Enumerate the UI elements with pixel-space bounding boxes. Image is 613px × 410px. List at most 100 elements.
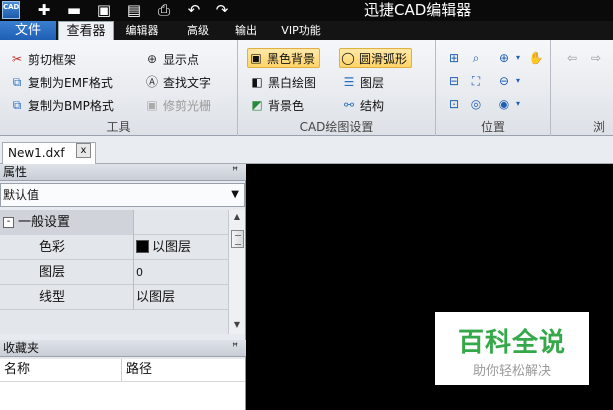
scroll-thumb[interactable] [231, 230, 244, 248]
copy-bmp-icon: ⧉ [12, 98, 22, 112]
zoom-window-icon[interactable]: ⊞ [445, 49, 463, 67]
black-white-drawing-button[interactable]: ◧ 黑白绘图 [249, 72, 316, 92]
favorites-panel-header: 收藏夹 ꟸ [0, 340, 246, 357]
structure-icon: ⚯ [343, 98, 355, 112]
smooth-arc-label: 圆滑弧形 [359, 51, 408, 66]
column-header-path[interactable]: 路径 [122, 359, 245, 381]
tab-vip[interactable]: VIP功能 [276, 21, 326, 40]
zoom-out-dropdown-icon[interactable]: ▾ [509, 72, 527, 90]
background-color-button[interactable]: ◩ 背景色 [249, 95, 304, 115]
copy-bmp-button[interactable]: ⧉ 复制为BMP格式 [9, 95, 114, 115]
black-white-label: 黑白绘图 [268, 75, 317, 90]
background-color-icon: ◩ [251, 98, 263, 112]
zoom-search-icon[interactable]: ⌕ [467, 49, 485, 67]
ribbon-tab-bar: 文件 查看器 编辑器 高级 输出 VIP功能 [0, 21, 613, 40]
ribbon-group-label-browse: 浏 [593, 120, 606, 134]
forward-arrow-icon[interactable]: ⇨ [587, 49, 605, 67]
fit-layout-icon[interactable]: ⊟ [445, 72, 463, 90]
property-key: 图层 [39, 265, 66, 280]
copy-emf-label: 复制为EMF格式 [28, 75, 113, 90]
trim-raster-icon: ▣ [146, 98, 158, 112]
dropdown-arrow-icon: ▼ [231, 189, 239, 200]
layers-button[interactable]: ☰ 图层 [341, 72, 384, 92]
watermark: 百科全说 助你轻松解决 [435, 312, 589, 385]
property-row-color[interactable]: 色彩 以图层 [0, 235, 228, 260]
zoom-realtime-icon[interactable]: ◎ [467, 95, 485, 113]
redo-icon[interactable]: ↷ [212, 1, 232, 19]
copy-emf-button[interactable]: ⧉ 复制为EMF格式 [9, 72, 113, 92]
property-grid-scrollbar[interactable]: ▲ ▼ [228, 210, 245, 334]
back-arrow-icon[interactable]: ⇦ [563, 49, 581, 67]
document-tab-label: New1.dxf [8, 146, 65, 160]
tab-editor[interactable]: 编辑器 [118, 21, 166, 40]
ribbon-panel: ✂ 剪切框架 ⧉ 复制为EMF格式 ⧉ 复制为BMP格式 ⊕ 显示点 Ⓐ 查找文… [0, 40, 613, 136]
property-grid: - 一般设置 色彩 以图层 图层 0 线型 以图层 [0, 210, 228, 334]
smooth-arc-icon: ◯ [341, 51, 355, 65]
properties-panel-header: 属性 ꟸ [0, 164, 246, 181]
black-background-toggle[interactable]: ▣ 黑色背景 [247, 48, 321, 68]
save-icon[interactable]: ▣ [94, 1, 114, 19]
file-menu-button[interactable]: 文件 [0, 21, 56, 40]
background-color-label: 背景色 [268, 98, 305, 113]
property-row-layer[interactable]: 图层 0 [0, 260, 228, 285]
property-value: 以图层 [152, 240, 192, 255]
zoom-in-dropdown-icon[interactable]: ▾ [509, 49, 527, 67]
structure-button[interactable]: ⚯ 结构 [341, 95, 384, 115]
new-file-icon[interactable]: ✚ [34, 1, 54, 19]
ribbon-group-position: ⊞ ⌕ ⊕ ▾ ✋ ⊟ ⛶ ⊖ ▾ ⊡ ◎ ◉ ▾ 位置 [436, 40, 551, 136]
find-text-button[interactable]: Ⓐ 查找文字 [144, 72, 211, 92]
column-header-name[interactable]: 名称 [0, 359, 122, 381]
document-tab-strip: New1.dxf x [0, 136, 613, 164]
ribbon-group-label-tools: 工具 [106, 120, 131, 134]
watermark-title: 百科全说 [457, 328, 566, 358]
copy-bmp-label: 复制为BMP格式 [28, 98, 114, 113]
print-icon[interactable]: ⎙ [154, 1, 174, 19]
property-group-row[interactable]: - 一般设置 [0, 210, 228, 235]
save-as-icon[interactable]: ▤ [124, 1, 144, 19]
favorites-list: 名称 路径 [0, 359, 245, 410]
close-tab-icon[interactable]: x [76, 143, 91, 158]
zoom-extents-icon[interactable]: ⛶ [467, 72, 485, 90]
header-divider [0, 381, 245, 382]
clip-frame-label: 剪切框架 [28, 52, 77, 67]
open-folder-icon[interactable]: ▬ [64, 1, 84, 19]
trim-raster-button[interactable]: ▣ 修剪光栅 [144, 95, 211, 115]
pan-hand-icon[interactable]: ✋ [527, 49, 545, 67]
ribbon-group-label-position: 位置 [480, 120, 505, 134]
show-points-button[interactable]: ⊕ 显示点 [144, 49, 199, 69]
orbit-dropdown-icon[interactable]: ▾ [509, 95, 527, 113]
properties-object-select[interactable]: 默认值 ▼ [0, 183, 245, 207]
show-points-label: 显示点 [163, 52, 200, 67]
black-background-icon: ▣ [250, 51, 262, 65]
property-group-title: 一般设置 [18, 215, 71, 230]
scroll-down-icon[interactable]: ▼ [229, 318, 245, 332]
black-background-label: 黑色背景 [267, 51, 316, 66]
structure-label: 结构 [360, 98, 385, 113]
trim-raster-label: 修剪光栅 [163, 98, 212, 113]
app-logo-icon[interactable]: CAD [2, 1, 20, 19]
property-key: 线型 [39, 290, 66, 305]
tab-advanced[interactable]: 高级 [180, 21, 216, 40]
crosshair-icon: ⊕ [146, 52, 158, 66]
find-text-label: 查找文字 [163, 75, 212, 90]
property-value: 0 [136, 266, 143, 279]
tab-viewer[interactable]: 查看器 [58, 21, 114, 40]
layers-icon: ☰ [343, 75, 355, 89]
left-panel: 属性 ꟸ 默认值 ▼ - 一般设置 色彩 以图层 图层 0 线型 以图层 ▲ ▼ [0, 164, 246, 410]
ribbon-group-label-cad-settings: CAD绘图设置 [299, 120, 374, 134]
smooth-arc-toggle[interactable]: ◯ 圆滑弧形 [339, 48, 413, 68]
clip-frame-button[interactable]: ✂ 剪切框架 [9, 49, 76, 69]
zoom-previous-icon[interactable]: ⊡ [445, 95, 463, 113]
ribbon-group-browse: ⇦ ⇨ 浏 [551, 40, 613, 136]
scissors-icon: ✂ [11, 52, 23, 66]
collapse-icon[interactable]: - [3, 217, 14, 228]
favorites-title: 收藏夹 [3, 341, 40, 355]
scroll-up-icon[interactable]: ▲ [229, 210, 245, 224]
tab-output[interactable]: 输出 [228, 21, 264, 40]
properties-select-value: 默认值 [3, 188, 40, 202]
property-row-linetype[interactable]: 线型 以图层 [0, 285, 228, 310]
undo-icon[interactable]: ↶ [184, 1, 204, 19]
copy-emf-icon: ⧉ [12, 75, 22, 89]
pin-icon[interactable]: ꟸ [232, 164, 238, 180]
pin-icon[interactable]: ꟸ [232, 340, 238, 356]
